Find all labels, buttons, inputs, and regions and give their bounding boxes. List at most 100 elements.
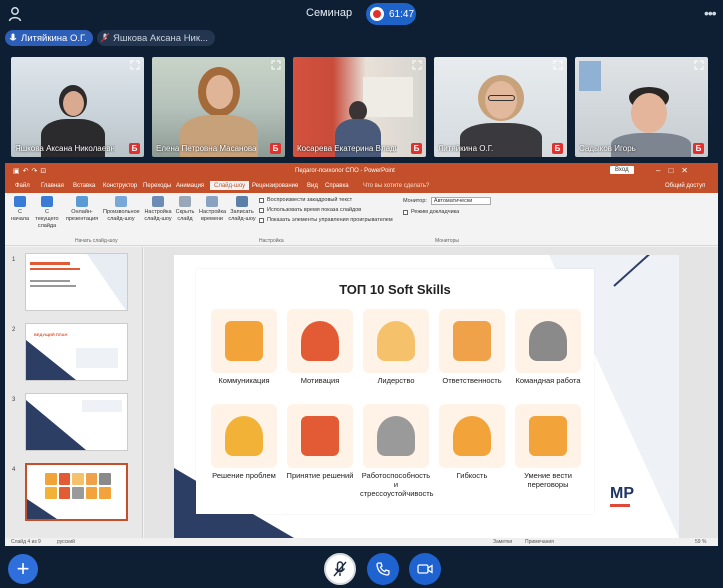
record-slideshow-button[interactable]: Записать слайд-шоу bbox=[227, 196, 257, 223]
group-label: Мониторы bbox=[435, 238, 459, 244]
microphone-icon bbox=[9, 33, 17, 41]
skill-illustration-shape bbox=[529, 321, 567, 361]
tab-transitions[interactable]: Переходы bbox=[143, 183, 171, 189]
thumb-line bbox=[30, 285, 76, 287]
from-beginning-button[interactable]: С начала bbox=[9, 196, 31, 223]
video-tile[interactable]: Елена Петровна Масанова Б bbox=[152, 57, 285, 157]
muted-badge: Б bbox=[411, 143, 422, 154]
language-indicator: русский bbox=[57, 539, 75, 545]
media-controls-checkbox[interactable]: Показать элементы управления проигрывате… bbox=[259, 217, 393, 223]
skill-label: Мотивация bbox=[300, 376, 340, 385]
search-hint[interactable]: Что вы хотите сделать? bbox=[363, 183, 429, 189]
microphone-toggle-button[interactable] bbox=[324, 553, 356, 585]
skill-label: Гибкость bbox=[456, 471, 488, 480]
shared-screen: ▣↶↷⊡ Педагог-психолог СПО - PowerPoint В… bbox=[5, 163, 718, 546]
checkbox-label: Режим докладчика bbox=[411, 209, 460, 215]
participant-chip[interactable]: Яшкова Аксана Ник... bbox=[97, 30, 215, 46]
whiteboard bbox=[363, 77, 413, 117]
setup-slideshow-button[interactable]: Настройка слайд-шоу bbox=[143, 196, 173, 223]
tab-help[interactable]: Справка bbox=[325, 183, 349, 189]
person-face bbox=[206, 75, 233, 109]
call-button[interactable] bbox=[367, 553, 399, 585]
skill-illustration bbox=[363, 404, 429, 468]
from-current-button[interactable]: С текущего слайда bbox=[33, 196, 61, 230]
rehearse-timings-button[interactable]: Настройка времени bbox=[199, 196, 226, 223]
monitor-value[interactable]: Автоматически bbox=[430, 197, 492, 205]
presenter-view-checkbox[interactable]: Режим докладчика bbox=[403, 209, 459, 215]
sign-in-button[interactable]: Вход bbox=[610, 166, 634, 174]
online-presentation-button[interactable]: Онлайн-презентация bbox=[65, 196, 99, 223]
skill-illustration-shape bbox=[529, 416, 567, 456]
skill-item: Лидерство bbox=[360, 309, 432, 385]
participant-name: Косарева Екатерина Влади... bbox=[297, 144, 397, 153]
slide-thumbnail[interactable] bbox=[25, 393, 128, 451]
participant-name: Садыков Игорь bbox=[579, 144, 636, 153]
quick-access-toolbar[interactable]: ▣↶↷⊡ bbox=[13, 167, 49, 175]
setup-slideshow-label: Настройка слайд-шоу bbox=[144, 209, 172, 222]
record-icon bbox=[370, 7, 384, 21]
recording-timer[interactable]: 61:47 bbox=[366, 3, 416, 25]
add-button[interactable]: + bbox=[8, 554, 38, 584]
tab-file[interactable]: Файл bbox=[15, 183, 30, 189]
slide-thumbnail[interactable]: ВЕДУЩИЙ ПЛАН bbox=[25, 323, 128, 381]
thumb-line bbox=[30, 280, 70, 282]
video-tile[interactable]: Садыков Игорь Б bbox=[575, 57, 708, 157]
participant-chip[interactable]: Литяйкина О.Г. bbox=[5, 30, 93, 46]
zoom-level[interactable]: 59 % bbox=[695, 539, 706, 545]
skill-label: Командная работа bbox=[515, 376, 581, 385]
muted-badge: Б bbox=[270, 143, 281, 154]
user-icon[interactable] bbox=[8, 6, 22, 22]
tab-slideshow[interactable]: Слайд-шоу bbox=[210, 181, 250, 190]
skill-item: Принятие решений bbox=[284, 404, 356, 480]
video-tile[interactable]: Литяйкина О.Г. Б bbox=[434, 57, 567, 157]
share-button[interactable]: Общий доступ bbox=[665, 183, 705, 189]
slideshow-icon bbox=[41, 196, 53, 207]
video-tile[interactable]: Косарева Екатерина Влади... Б bbox=[293, 57, 426, 157]
slide-thumbnail[interactable] bbox=[25, 253, 128, 311]
skills-card: ТОП 10 Soft Skills Коммуникация Мотивация… bbox=[196, 269, 594, 514]
expand-icon[interactable] bbox=[553, 60, 563, 70]
ppt-title-bar: ▣↶↷⊡ Педагог-психолог СПО - PowerPoint В… bbox=[5, 163, 718, 180]
skill-illustration bbox=[515, 404, 581, 468]
expand-icon[interactable] bbox=[271, 60, 281, 70]
hide-slide-icon bbox=[179, 196, 191, 207]
tab-design[interactable]: Конструктор bbox=[103, 183, 137, 189]
more-options-icon[interactable]: ••• bbox=[704, 5, 717, 21]
expand-icon[interactable] bbox=[130, 60, 140, 70]
tab-insert[interactable]: Вставка bbox=[73, 183, 95, 189]
skill-illustration bbox=[439, 309, 505, 373]
slideshow-icon bbox=[14, 196, 26, 207]
hide-slide-label: Скрыть слайд bbox=[175, 209, 195, 222]
custom-slideshow-button[interactable]: Произвольное слайд-шоу bbox=[103, 196, 140, 223]
expand-icon[interactable] bbox=[694, 60, 704, 70]
window-controls[interactable]: –□✕ bbox=[656, 166, 696, 175]
notes-button[interactable]: Заметки bbox=[493, 539, 512, 545]
video-tile[interactable]: Яшкова Аксана Николаевна Б bbox=[11, 57, 144, 157]
record-icon bbox=[236, 196, 248, 207]
current-slide[interactable]: ТОП 10 Soft Skills Коммуникация Мотивация… bbox=[174, 255, 679, 538]
hide-slide-button[interactable]: Скрыть слайд bbox=[173, 196, 197, 223]
ribbon-tabs: Файл Главная Вставка Конструктор Переход… bbox=[5, 180, 718, 193]
tab-view[interactable]: Вид bbox=[307, 183, 318, 189]
slide-editor[interactable]: ТОП 10 Soft Skills Коммуникация Мотивация… bbox=[144, 247, 718, 538]
from-beginning-label: С начала bbox=[10, 209, 30, 222]
slide-counter: Слайд 4 из 9 bbox=[11, 539, 41, 545]
expand-icon[interactable] bbox=[412, 60, 422, 70]
comments-button[interactable]: Примечания bbox=[525, 539, 554, 545]
monitor-select[interactable]: Монитор: Автоматически bbox=[403, 197, 492, 205]
thumb-box bbox=[82, 400, 122, 412]
group-label: Начать слайд-шоу bbox=[75, 238, 118, 244]
slide-thumbnail-selected[interactable] bbox=[25, 463, 128, 521]
tab-home[interactable]: Главная bbox=[41, 183, 64, 189]
group-label: Настройка bbox=[259, 238, 284, 244]
skill-illustration bbox=[439, 404, 505, 468]
tab-review[interactable]: Рецензирование bbox=[252, 183, 298, 189]
thumb-decor bbox=[26, 400, 86, 450]
skill-illustration bbox=[211, 404, 277, 468]
narrations-checkbox[interactable]: Воспроизвести закадровый текст bbox=[259, 197, 352, 203]
camera-toggle-button[interactable] bbox=[409, 553, 441, 585]
skill-item: Командная работа bbox=[512, 309, 584, 385]
use-timings-checkbox[interactable]: Использовать время показа слайдов bbox=[259, 207, 361, 213]
tab-animations[interactable]: Анимация bbox=[176, 183, 204, 189]
participant-chip-label: Яшкова Аксана Ник... bbox=[113, 32, 208, 44]
